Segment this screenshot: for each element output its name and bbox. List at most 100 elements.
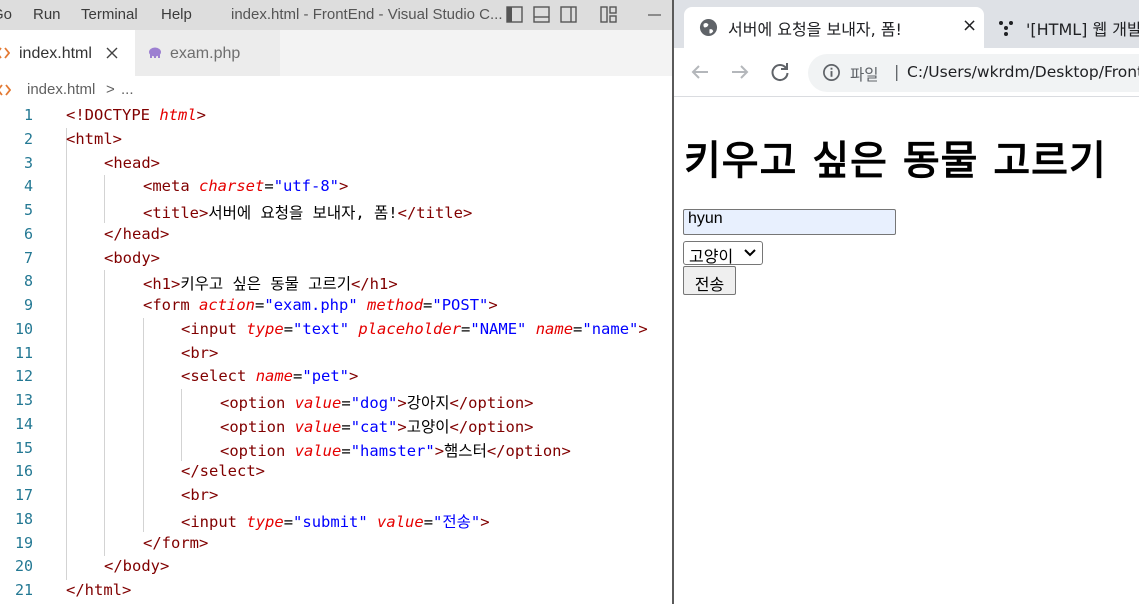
name-input[interactable]: hyun: [683, 209, 896, 235]
close-icon[interactable]: [106, 47, 118, 59]
token: form: [152, 296, 190, 314]
browser-tab-active[interactable]: 서버에 요청을 보내자, 폼! ×: [684, 7, 984, 48]
token: "exam.php": [264, 296, 358, 314]
token: =: [341, 441, 351, 460]
token: <: [104, 248, 114, 267]
token: <!DOCTYPE: [66, 106, 160, 124]
code-line: 6 </head>: [0, 223, 672, 247]
line-number: 4: [23, 177, 33, 196]
line-number: 3: [23, 153, 33, 172]
code-line: 21 </html>: [0, 579, 672, 603]
menu-terminal[interactable]: Terminal: [81, 6, 138, 23]
code-line: 12 <select name="pet">: [0, 365, 672, 389]
breadcrumb-file[interactable]: index.html: [27, 81, 95, 98]
token: head: [122, 224, 160, 243]
token: <: [143, 177, 153, 196]
tab-index-html[interactable]: index.html: [0, 30, 135, 76]
token: method: [367, 296, 424, 314]
tab-exam-php[interactable]: exam.php: [135, 30, 280, 76]
token: 키우고 싶은 동물 고르기: [180, 275, 351, 294]
code-line: 2 <html>: [0, 128, 672, 152]
token: form: [161, 533, 199, 552]
browser-tab-title: '[HTML] 웹 개발: [1026, 20, 1139, 39]
line-number: 21: [14, 581, 33, 599]
token: body: [113, 248, 151, 267]
forward-arrow-icon[interactable]: [726, 58, 754, 86]
token: "pet": [302, 367, 350, 386]
reload-icon[interactable]: [766, 58, 794, 86]
token: <: [104, 153, 114, 172]
token: value: [294, 441, 342, 460]
line-number: 20: [14, 557, 33, 576]
token: <: [181, 319, 191, 338]
browser-toolbar: 파일 | C:/Users/wkrdm/Desktop/Front: [674, 48, 1139, 97]
address-url[interactable]: C:/Users/wkrdm/Desktop/Front: [907, 63, 1139, 81]
token: </: [350, 275, 370, 294]
token: </: [104, 557, 123, 576]
close-icon[interactable]: ×: [962, 15, 977, 36]
token: br: [190, 343, 210, 362]
back-arrow-icon[interactable]: [686, 58, 714, 86]
code-text: <select name="pet">: [181, 367, 358, 385]
token: br: [190, 486, 210, 504]
token: >: [150, 248, 161, 267]
browser-tab-inactive[interactable]: '[HTML] 웹 개발: [992, 7, 1139, 48]
line-number: 18: [14, 509, 33, 528]
globe-icon: [699, 18, 718, 37]
token: >: [349, 367, 359, 386]
pet-select[interactable]: 고양이: [683, 241, 763, 266]
token: html: [84, 581, 122, 599]
breadcrumb: index.html > ...: [0, 76, 672, 104]
line-number: 11: [14, 343, 33, 362]
token: <: [66, 129, 76, 148]
token: =: [283, 319, 294, 338]
code-line: 7 <body>: [0, 247, 672, 271]
menu-go[interactable]: Go: [0, 6, 12, 23]
line-number: 2: [23, 129, 33, 148]
code-line: 8 <h1>키우고 싶은 동물 고르기</h1>: [0, 270, 672, 294]
token: =: [423, 296, 433, 314]
token: "전송": [433, 512, 481, 531]
menu-help[interactable]: Help: [161, 6, 192, 23]
vscode-titlebar: Go Run Terminal Help index.html - FrontE…: [0, 0, 672, 30]
token: <: [181, 367, 191, 386]
code-line: 1 <!DOCTYPE html>: [0, 104, 672, 128]
window-title: index.html - FrontEnd - Visual Studio C.…: [231, 6, 503, 23]
customize-layout-icon[interactable]: [600, 6, 617, 23]
token: action: [199, 296, 256, 314]
menu-run[interactable]: Run: [33, 6, 61, 23]
token: >: [488, 296, 498, 314]
token: =: [341, 394, 351, 412]
html-file-icon: [0, 84, 11, 96]
pet-select-value: 고양이: [689, 247, 734, 266]
submit-button-label: 전송: [694, 275, 725, 294]
token: input: [190, 512, 238, 531]
code-line: 19 </form>: [0, 532, 672, 556]
vscode-window: Go Run Terminal Help index.html - FrontE…: [0, 0, 672, 604]
code-text: <form action="exam.php" method="POST">: [143, 296, 498, 314]
line-number: 16: [14, 462, 33, 481]
toggle-primary-sidebar-icon[interactable]: [506, 6, 523, 23]
token: 고양이: [406, 417, 450, 436]
address-bar[interactable]: 파일 | C:/Users/wkrdm/Desktop/Front: [808, 54, 1139, 92]
token: <: [181, 343, 191, 362]
info-icon[interactable]: [822, 63, 841, 82]
toggle-secondary-sidebar-icon[interactable]: [560, 6, 577, 23]
code-text: </body>: [104, 557, 169, 575]
line-number: 8: [23, 272, 33, 291]
token: "utf-8": [273, 177, 340, 196]
submit-button[interactable]: 전송: [683, 266, 736, 295]
token: >: [160, 557, 170, 576]
token: name: [535, 319, 574, 338]
toggle-panel-icon[interactable]: [533, 6, 550, 23]
token: "dog": [350, 394, 398, 412]
token: "NAME": [470, 319, 527, 338]
code-editor[interactable]: 1 <!DOCTYPE html> 2 <html> 3 <head> 4 <m…: [0, 104, 672, 604]
token: </: [181, 462, 200, 481]
minimize-icon[interactable]: [646, 6, 663, 23]
token: >: [434, 441, 445, 460]
token: >: [524, 394, 534, 412]
token: <: [220, 417, 230, 436]
breadcrumb-symbols[interactable]: ...: [121, 81, 134, 98]
code-text: </form>: [143, 534, 208, 552]
